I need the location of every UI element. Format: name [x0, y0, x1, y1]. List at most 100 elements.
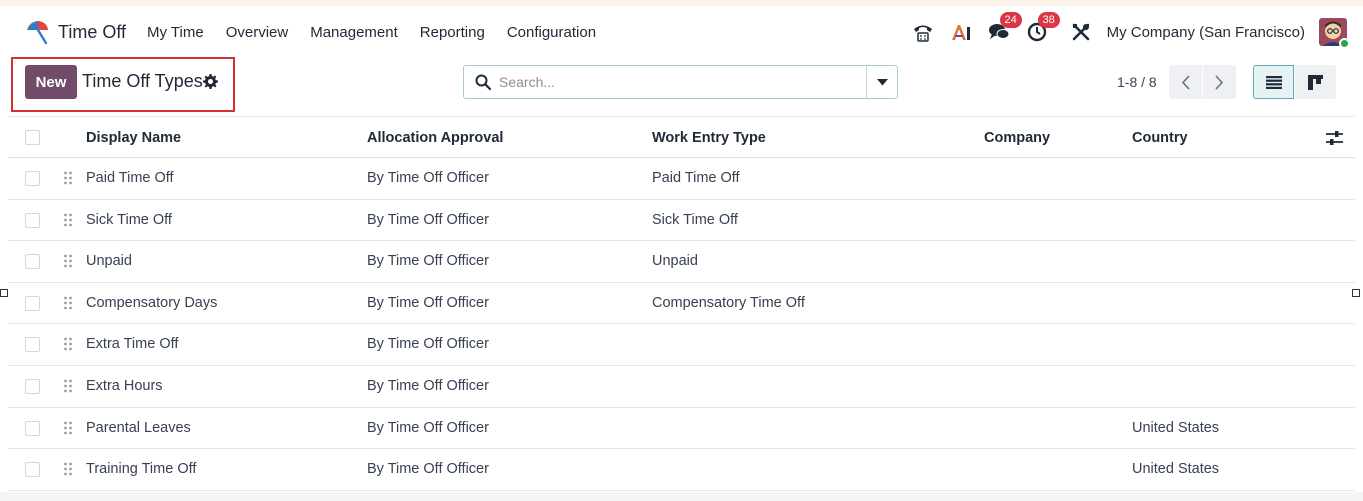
menu-item-management[interactable]: Management	[310, 24, 398, 41]
cell-work-entry-type: Sick Time Off	[652, 211, 738, 228]
table-row[interactable]: Extra Time Off By Time Off Officer	[8, 324, 1355, 366]
pager-next-button[interactable]	[1203, 65, 1236, 99]
chevron-left-icon	[1181, 74, 1190, 90]
activity-button[interactable]: 38	[1025, 12, 1060, 44]
cell-display-name: Training Time Off	[86, 461, 197, 478]
menu-item-configuration[interactable]: Configuration	[507, 24, 596, 41]
cell-display-name: Paid Time Off	[86, 170, 174, 186]
cell-allocation-approval: By Time Off Officer	[367, 211, 489, 228]
resize-handle-right[interactable]	[1352, 289, 1360, 297]
cell-work-entry-type: Unpaid	[652, 253, 698, 270]
drag-handle-icon[interactable]	[63, 379, 73, 393]
column-header-work-entry-type[interactable]: Work Entry Type	[652, 130, 766, 146]
column-header-company[interactable]: Company	[984, 130, 1050, 146]
cell-allocation-approval: By Time Off Officer	[367, 253, 489, 270]
search-input[interactable]	[499, 67, 866, 97]
chat-button[interactable]: 24	[987, 12, 1022, 44]
row-checkbox[interactable]	[25, 337, 40, 353]
select-all-checkbox[interactable]	[25, 130, 40, 145]
row-checkbox[interactable]	[25, 420, 40, 436]
row-checkbox[interactable]	[25, 295, 40, 311]
row-checkbox[interactable]	[25, 378, 40, 394]
list-view-button[interactable]	[1253, 65, 1294, 99]
kanban-view-icon	[1308, 74, 1323, 90]
cell-allocation-approval: By Time Off Officer	[367, 419, 489, 436]
table-row[interactable]: Training Time Off By Time Off Officer Un…	[8, 449, 1355, 491]
menu-item-overview[interactable]: Overview	[226, 24, 289, 41]
row-checkbox[interactable]	[25, 462, 40, 478]
drag-handle-icon[interactable]	[63, 171, 73, 185]
table-row[interactable]: Parental Leaves By Time Off Officer Unit…	[8, 408, 1355, 450]
pager-value[interactable]: 1-8 / 8	[1117, 74, 1157, 90]
drag-handle-icon[interactable]	[63, 254, 73, 268]
online-status-dot	[1339, 38, 1350, 49]
cell-allocation-approval: By Time Off Officer	[367, 294, 489, 311]
cell-display-name: Compensatory Days	[86, 294, 218, 311]
chevron-right-icon	[1215, 74, 1224, 90]
cell-display-name: Sick Time Off	[86, 211, 172, 228]
table-row[interactable]: Paid Time Off By Time Off Officer Paid T…	[8, 158, 1355, 200]
main-navbar: Time Off My Time Overview Management Rep…	[0, 6, 1363, 58]
cell-display-name: Parental Leaves	[86, 419, 191, 436]
cell-allocation-approval: By Time Off Officer	[367, 377, 489, 394]
ai-button[interactable]	[949, 20, 973, 44]
new-button[interactable]: New	[25, 65, 77, 99]
sliders-icon[interactable]	[1326, 130, 1343, 146]
cell-work-entry-type: Paid Time Off	[652, 170, 740, 186]
app-brand[interactable]: Time Off	[24, 6, 126, 58]
list-view-icon	[1265, 75, 1282, 89]
umbrella-icon	[27, 21, 48, 45]
ai-icon	[951, 25, 970, 40]
table-row[interactable]: Compensatory Days By Time Off Officer Co…	[8, 282, 1355, 325]
table-row[interactable]: Unpaid By Time Off Officer Unpaid	[8, 241, 1355, 283]
app-name: Time Off	[58, 21, 127, 42]
company-switcher[interactable]: My Company (San Francisco)	[1107, 24, 1305, 41]
table-row[interactable]: Extra Hours By Time Off Officer	[8, 365, 1355, 408]
column-header-country[interactable]: Country	[1132, 130, 1188, 146]
tools-icon	[1072, 23, 1089, 41]
resize-handle-left[interactable]	[0, 289, 8, 297]
table-row[interactable]: Sick Time Off By Time Off Officer Sick T…	[8, 199, 1355, 242]
phone-icon	[913, 25, 932, 42]
row-checkbox[interactable]	[25, 171, 40, 186]
table-header: Display Name Allocation Approval Work En…	[8, 116, 1355, 158]
drag-handle-icon[interactable]	[63, 296, 73, 310]
activity-badge: 38	[1037, 12, 1060, 28]
kanban-view-button[interactable]	[1295, 65, 1336, 99]
menu-item-my-time[interactable]: My Time	[147, 24, 204, 41]
drag-handle-icon[interactable]	[63, 421, 73, 435]
drag-handle-icon[interactable]	[63, 337, 73, 351]
bottom-strip	[0, 492, 1363, 501]
cell-allocation-approval: By Time Off Officer	[367, 170, 489, 186]
cell-work-entry-type: Compensatory Time Off	[652, 294, 805, 311]
user-avatar[interactable]	[1319, 18, 1350, 49]
page-title: Time Off Types	[82, 71, 203, 91]
cell-country: United States	[1132, 461, 1220, 478]
cell-allocation-approval: By Time Off Officer	[367, 461, 489, 478]
cell-country: United States	[1132, 419, 1220, 436]
top-menu: My Time Overview Management Reporting Co…	[136, 24, 607, 41]
row-checkbox[interactable]	[25, 254, 40, 270]
search-options-toggle[interactable]	[866, 66, 897, 98]
pager-previous-button[interactable]	[1169, 65, 1202, 99]
search-box	[463, 65, 898, 99]
drag-handle-icon[interactable]	[63, 213, 73, 227]
table-body: Paid Time Off By Time Off Officer Paid T…	[8, 158, 1355, 491]
chat-badge: 24	[999, 12, 1022, 28]
gear-icon[interactable]	[203, 74, 218, 89]
phone-button[interactable]	[911, 20, 935, 44]
cell-display-name: Extra Hours	[86, 377, 163, 394]
time-off-types-table: Display Name Allocation Approval Work En…	[8, 116, 1355, 491]
systray: 24 38 My Company (San Francisco)	[897, 6, 1350, 58]
caret-down-icon	[876, 78, 888, 85]
cell-display-name: Unpaid	[86, 253, 132, 270]
search-icon	[475, 74, 491, 90]
debug-button[interactable]	[1069, 20, 1093, 44]
cell-allocation-approval: By Time Off Officer	[367, 336, 489, 353]
cell-display-name: Extra Time Off	[86, 336, 179, 353]
column-header-display-name[interactable]: Display Name	[86, 130, 181, 146]
row-checkbox[interactable]	[25, 212, 40, 228]
menu-item-reporting[interactable]: Reporting	[420, 24, 485, 41]
column-header-allocation-approval[interactable]: Allocation Approval	[367, 130, 503, 146]
drag-handle-icon[interactable]	[63, 462, 73, 476]
